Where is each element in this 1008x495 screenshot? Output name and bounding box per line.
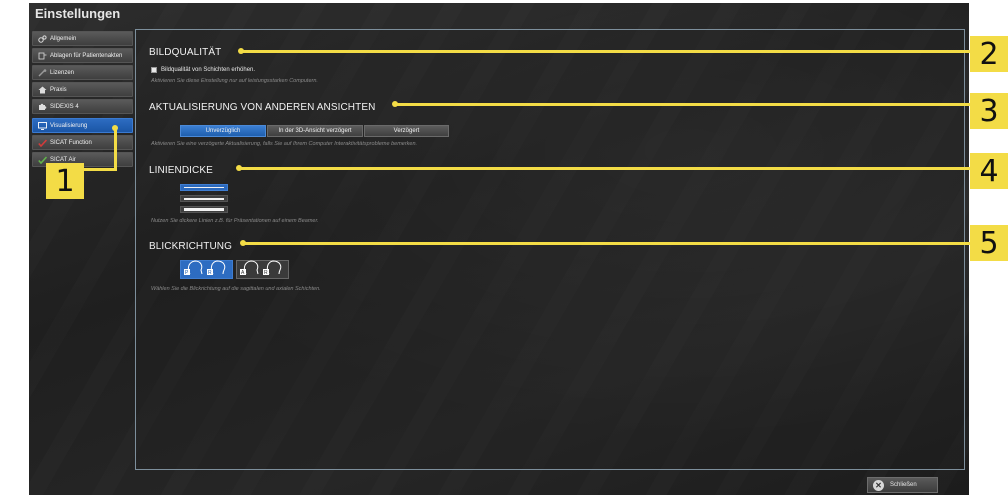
view-hint: Wählen Sie die Blickrichtung auf die sag… — [151, 286, 321, 292]
callout-5: 5 — [970, 225, 1008, 261]
settings-window: Einstellungen Allgemein Ablagen für Pati… — [29, 3, 969, 495]
callout-4: 4 — [970, 153, 1008, 189]
callout-line-3 — [394, 103, 972, 106]
callout-dot-5 — [240, 240, 246, 246]
head-profile-icon: A R — [239, 259, 286, 280]
callout-line-4 — [238, 167, 972, 170]
sidebar-item-allgemein[interactable]: Allgemein — [32, 31, 133, 46]
close-button[interactable]: ✕ Schließen — [867, 477, 938, 493]
callout-dot-4 — [236, 165, 242, 171]
quality-hint: Aktivieren Sie diese Einstellung nur auf… — [151, 78, 318, 84]
sidebar-item-label: SIDEXIS 4 — [50, 103, 79, 110]
quality-checkbox[interactable] — [151, 67, 157, 73]
monitor-icon — [38, 121, 47, 130]
update-option-3d-delayed[interactable]: In der 3D-Ansicht verzögert — [267, 125, 363, 137]
sidebar-item-lizenzen[interactable]: Lizenzen — [32, 65, 133, 80]
sidebar-item-visualisierung[interactable]: Visualisierung — [32, 118, 133, 133]
sidebar-item-praxis[interactable]: Praxis — [32, 82, 133, 97]
line-thickness-thick[interactable] — [180, 206, 228, 213]
folder-icon — [38, 52, 47, 60]
check-red-icon — [38, 138, 47, 147]
section-title-quality: BILDQUALITÄT — [149, 47, 222, 58]
view-letter: R — [264, 270, 268, 275]
sidebar-item-sicat-function[interactable]: SICAT Function — [32, 135, 133, 150]
sidebar-item-label: Allgemein — [50, 35, 77, 42]
update-button-group: Unverzüglich In der 3D-Ansicht verzögert… — [180, 125, 449, 137]
sidebar-item-label: Ablagen für Patientenakten — [50, 52, 123, 59]
sidebar: Allgemein Ablagen für Patientenakten Liz… — [32, 31, 133, 169]
head-profile-icon: P R — [183, 259, 230, 280]
callout-dot-2 — [238, 48, 244, 54]
section-title-line: LINIENDICKE — [149, 165, 213, 176]
sidebar-item-label: Visualisierung — [50, 122, 88, 129]
callout-line-1 — [114, 128, 117, 170]
sidebar-item-label: Praxis — [50, 86, 67, 93]
callout-line-1b — [81, 168, 117, 171]
update-option-delayed[interactable]: Verzögert — [364, 125, 449, 137]
quality-checkbox-row[interactable]: Bildqualität von Schichten erhöhen. — [151, 67, 255, 73]
callout-dot-3 — [392, 101, 398, 107]
settings-panel: BILDQUALITÄT Bildqualität von Schichten … — [135, 29, 965, 470]
close-icon: ✕ — [873, 479, 884, 491]
callout-line-5 — [242, 242, 972, 245]
section-title-update: AKTUALISIERUNG VON ANDEREN ANSICHTEN — [149, 102, 376, 113]
line-hint: Nutzen Sie dickere Linien z.B. für Präse… — [151, 218, 319, 224]
sidebar-item-label: SICAT Function — [50, 139, 92, 146]
view-letter: R — [208, 270, 212, 275]
section-title-view: BLICKRICHTUNG — [149, 241, 232, 252]
view-direction-posterior[interactable]: P R — [180, 260, 233, 279]
view-direction-anterior[interactable]: A R — [236, 260, 289, 279]
house-icon — [38, 86, 47, 94]
gears-icon — [38, 34, 47, 43]
sidebar-item-label: Lizenzen — [50, 69, 75, 76]
callout-line-2 — [240, 50, 972, 53]
callout-dot-1 — [112, 125, 118, 131]
update-hint: Aktivieren Sie eine verzögerte Aktualisi… — [151, 141, 418, 147]
line-thickness-thin[interactable] — [180, 184, 228, 191]
puzzle-icon — [38, 103, 47, 111]
callout-2: 2 — [970, 36, 1008, 72]
window-title: Einstellungen — [35, 6, 121, 21]
callout-1: 1 — [46, 163, 84, 199]
sidebar-item-sidexis[interactable]: SIDEXIS 4 — [32, 99, 133, 114]
quality-checkbox-label: Bildqualität von Schichten erhöhen. — [161, 67, 256, 73]
sidebar-item-label: SICAT Air — [50, 156, 76, 163]
update-option-immediate[interactable]: Unverzüglich — [180, 125, 266, 137]
line-thickness-medium[interactable] — [180, 195, 228, 202]
callout-3: 3 — [970, 93, 1008, 129]
close-button-label: Schließen — [890, 482, 917, 488]
sidebar-item-ablagen[interactable]: Ablagen für Patientenakten — [32, 48, 133, 63]
key-icon — [38, 68, 47, 77]
